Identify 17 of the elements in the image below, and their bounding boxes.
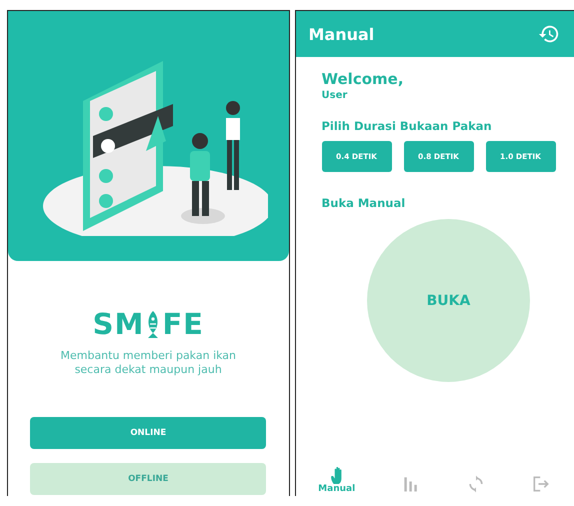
nav-tab[interactable]: Manual [318,466,356,494]
tagline: Membantu memberi pakan ikan secara dekat maupun jauh [59,349,238,377]
logo-text: SM [92,309,144,339]
logout-icon [531,474,552,494]
history-icon[interactable] [538,23,560,45]
hand-icon [331,466,342,484]
greeting: Welcome, [322,70,404,88]
section-heading: Pilih Durasi Bukaan Pakan [322,119,492,133]
logo-text: FE [162,309,204,339]
open-button[interactable]: BUKA [367,219,530,382]
section-heading: Buka Manual [322,196,406,210]
user-name: User [322,90,348,101]
nav-tab[interactable] [531,474,552,494]
nav-label: Manual [318,484,356,494]
online-button[interactable]: ONLINE [30,417,266,449]
offline-button[interactable]: OFFLINE [30,463,266,495]
screen-title: Manual [308,24,374,44]
